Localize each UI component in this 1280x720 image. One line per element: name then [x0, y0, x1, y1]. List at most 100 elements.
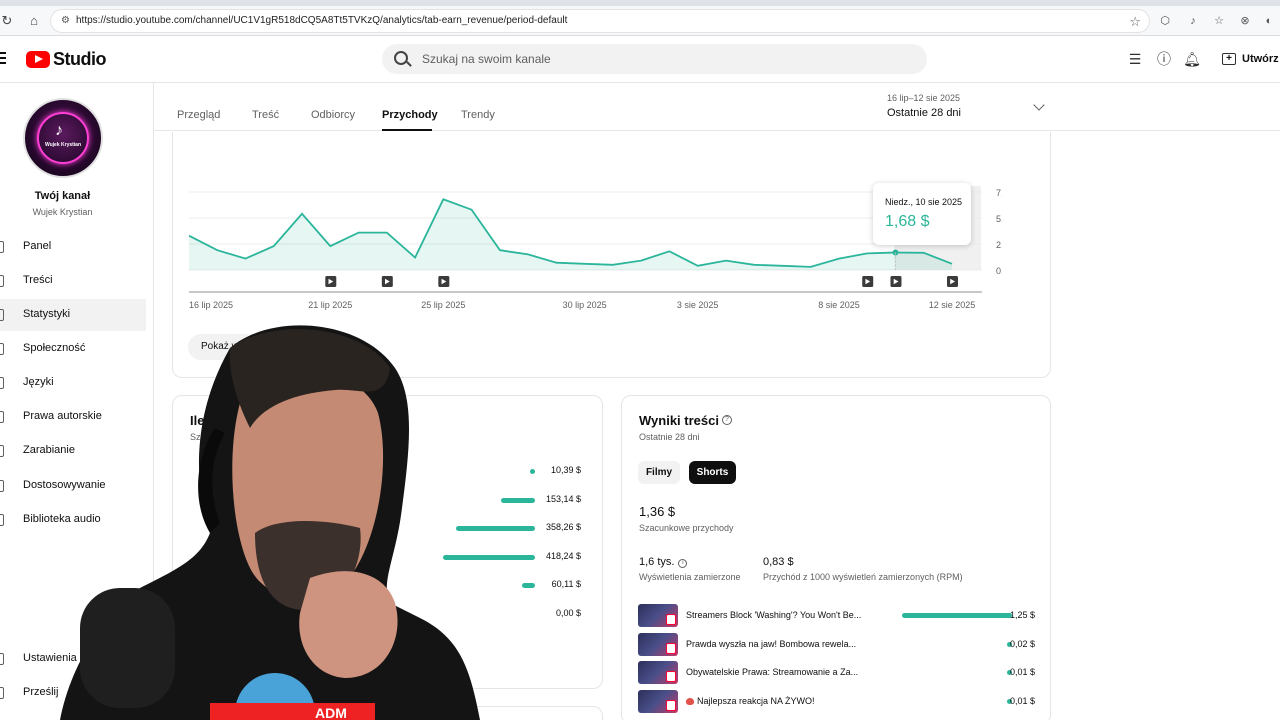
x-tick-label: 30 lip 2025	[563, 300, 607, 310]
revenue-source-bar	[530, 469, 535, 474]
chevron-down-icon[interactable]	[1033, 99, 1045, 111]
video-title[interactable]: Najlepsza reakcja NA ŻYWO!	[686, 696, 876, 706]
revenue-source-bar	[500, 497, 535, 503]
search-placeholder: Szukaj na swoim kanale	[422, 52, 551, 66]
tiktok-note-icon: ♪	[55, 122, 63, 139]
chart-tooltip: Niedz., 10 sie 2025 1,68 $	[873, 183, 971, 245]
sidebar-item-icon	[0, 275, 4, 287]
reload-icon[interactable]: ↻	[0, 12, 16, 30]
x-tick-label: 21 lip 2025	[308, 300, 352, 310]
video-title[interactable]: Prawda wyszła na jaw! Bombowa rewela...	[686, 639, 876, 649]
video-row[interactable]: Streamers Block 'Washing'? You Won't Be.…	[638, 604, 1036, 628]
x-tick-label: 16 lip 2025	[189, 300, 233, 310]
sidebar-item-label: Języki	[23, 376, 54, 388]
tab-trends[interactable]: Trendy	[461, 109, 495, 121]
sidebar-item-label: Treści	[23, 274, 53, 286]
sidebar-item-icon	[0, 445, 4, 457]
video-row[interactable]: Najlepsza reakcja NA ŻYWO! 0,01 $	[638, 689, 1036, 714]
revenue-source-value: 153,14 $	[545, 493, 581, 504]
sidebar-item-1[interactable]: Treści	[0, 265, 146, 297]
views-value: 1,6 tys.	[639, 556, 675, 568]
favorites-icon[interactable]: ☆	[1212, 14, 1226, 28]
video-revenue-value: 1,25 $	[1009, 610, 1035, 620]
revenue-label: Szacunkowe przychody	[639, 523, 734, 533]
sidebar-item-icon	[0, 411, 4, 423]
views-label: Wyświetlenia zamierzone	[639, 572, 741, 582]
site-info-icon[interactable]: ⚙	[61, 15, 73, 27]
profile-icon[interactable]: ◐	[1262, 14, 1276, 28]
video-title[interactable]: Streamers Block 'Washing'? You Won't Be.…	[686, 610, 876, 620]
sidebar-item-label: Prześlij	[23, 686, 59, 698]
video-revenue-value: 0,02 $	[1009, 638, 1035, 649]
video-row[interactable]: Obywatelskie Prawa: Streamowanie a Za...…	[638, 661, 1036, 685]
extension-icon[interactable]: ♪	[1186, 14, 1200, 28]
sidebar-item-icon	[0, 343, 4, 355]
y-tick-label: 7,50 $	[996, 188, 1002, 198]
info-icon[interactable]: i	[678, 559, 688, 568]
sidebar-item-icon	[0, 480, 4, 492]
channel-avatar[interactable]: ♪ Wujek Krystian	[23, 98, 103, 178]
bookmark-star-icon[interactable]: ☆	[1129, 14, 1141, 30]
youtube-play-icon	[26, 50, 50, 68]
chip-shorts[interactable]: Shorts	[689, 461, 736, 484]
y-tick-label: 2,50 $	[996, 240, 1002, 250]
menu-icon[interactable]	[0, 52, 6, 64]
video-title[interactable]: Obywatelskie Prawa: Streamowanie a Za...	[686, 667, 876, 677]
create-button[interactable]: + Utwórz	[1216, 46, 1280, 72]
bell-icon[interactable]: 🔔︎	[1182, 49, 1202, 69]
shield-icon[interactable]: ⊗	[1238, 14, 1252, 28]
card-subtitle: Ostatnie 28 dni	[639, 432, 700, 442]
sidebar-item-0[interactable]: Panel	[0, 231, 146, 263]
chip-videos[interactable]: Filmy	[638, 461, 680, 484]
revenue-source-value: 60,11 $	[551, 579, 581, 590]
video-thumbnail[interactable]	[638, 661, 678, 685]
create-label: Utwórz	[1242, 53, 1279, 65]
x-tick-label: 3 sie 2025	[677, 300, 719, 310]
studio-header: Studio Szukaj na swoim kanale ☰ ⓘ 🔔︎ + U…	[0, 37, 1280, 83]
info-icon[interactable]: ?	[722, 415, 732, 425]
address-bar[interactable]: ⚙ https://studio.youtube.com/channel/UC1…	[50, 9, 1150, 33]
shirt-banner	[210, 703, 375, 720]
tab-audience[interactable]: Odbiorcy	[311, 109, 355, 121]
address-bar-url: https://studio.youtube.com/channel/UC1V1…	[76, 15, 568, 26]
video-row[interactable]: Prawda wyszła na jaw! Bombowa rewela... 0…	[638, 632, 1036, 657]
logo-text: Studio	[53, 48, 107, 69]
channel-title: Twój kanał	[34, 190, 91, 202]
upload-icon	[0, 687, 4, 699]
video-title-text: Obywatelskie Prawa: Streamowanie a Za...	[686, 667, 859, 678]
video-revenue-value: 0,01 $	[1009, 695, 1035, 706]
views-metric: 1,6 tys. i	[639, 556, 688, 568]
webcam-overlay: ADM	[60, 325, 480, 720]
tab-content[interactable]: Treść	[252, 109, 279, 121]
rpm-label: Przychód z 1000 wyświetleń zamierzonych …	[763, 572, 963, 582]
analytics-tab-bar: Przegląd Treść Odbiorcy Przychody Trendy…	[155, 83, 1280, 131]
y-tick-label: 5,00 $	[996, 214, 1002, 224]
video-revenue-value: 0,01 $	[1009, 667, 1035, 678]
sidebar-item-label: Panel	[23, 240, 52, 252]
revenue-source-value: 0,00 $	[555, 608, 581, 618]
studio-logo[interactable]: Studio	[26, 48, 107, 69]
feedback-icon[interactable]: ☰	[1125, 49, 1145, 69]
search-input[interactable]: Szukaj na swoim kanale	[382, 44, 927, 74]
home-icon[interactable]: ⌂	[25, 12, 43, 30]
video-title-text: Streamers Block 'Washing'? You Won't Be.…	[686, 610, 862, 620]
active-tab-indicator	[382, 129, 432, 131]
tab-overview[interactable]: Przegląd	[177, 109, 220, 121]
x-tick-label: 12 sie 2025	[929, 300, 976, 310]
help-icon[interactable]: ⓘ	[1154, 49, 1174, 69]
period-selector[interactable]: 16 lip–12 sie 2025 Ostatnie 28 dni	[887, 93, 961, 119]
y-tick-label: 0,00 $	[996, 266, 1002, 276]
revenue-source-value: 418,24 $	[545, 550, 581, 561]
video-thumbnail[interactable]	[638, 689, 678, 713]
card-title: Wyniki treści	[639, 413, 719, 428]
tab-revenue[interactable]: Przychody	[382, 109, 438, 121]
revenue-source-bar	[522, 583, 535, 589]
video-thumbnail[interactable]	[638, 632, 678, 656]
sidebar-item-icon	[0, 241, 4, 253]
video-title-text: Najlepsza reakcja NA ŻYWO!	[697, 695, 815, 706]
x-tick-label: 8 sie 2025	[818, 300, 860, 310]
search-icon	[394, 51, 408, 65]
gear-icon	[0, 653, 4, 665]
extensions-icon[interactable]: ⬡	[1158, 14, 1172, 28]
video-thumbnail[interactable]	[638, 604, 678, 627]
